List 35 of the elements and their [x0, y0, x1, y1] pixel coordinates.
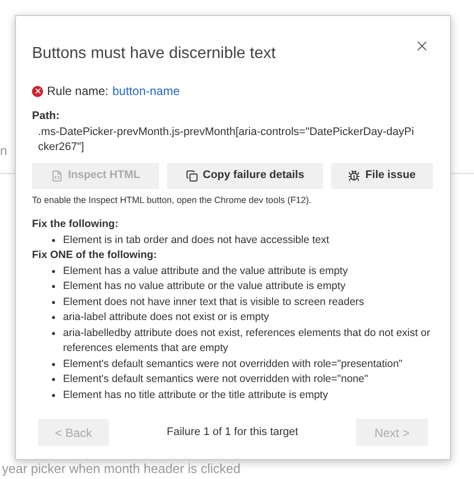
- action-button[interactable]: Copy failure details: [167, 162, 323, 188]
- file-code-icon: [50, 170, 63, 182]
- copy-icon: [186, 170, 198, 182]
- path-label: Path:: [32, 109, 60, 124]
- bullet-icon: [52, 378, 55, 381]
- bullet-icon: [52, 270, 55, 272]
- fix-item: Element has no title attribute or the title attribute is empty: [63, 388, 328, 402]
- rule-label: Rule name:: [47, 83, 108, 100]
- fix-item: Element's default semantics were not overridden with role="presentation": [63, 356, 403, 372]
- hint-text: To enable the Inspect HTML button, open the Chrome dev tools (F12).: [32, 194, 312, 207]
- bullet-icon: [52, 316, 55, 319]
- path-value: .ms-DatePicker-prevMonth.js-prevMonth[aria-controls="DatePickerDay-dayPicker267"]: [37, 124, 415, 154]
- failure-count: Failure 1 of 1 for this target: [166, 425, 298, 440]
- fix-item: Element is in tab order and does not have accessible text: [63, 232, 330, 248]
- section-heading: Fix ONE of the following:: [32, 248, 158, 263]
- bullet-icon: [52, 285, 55, 288]
- bullet-icon: [52, 238, 55, 242]
- fix-item: Element has a value attribute and the value attribute is empty: [63, 264, 348, 278]
- fix-item: Element has no value attribute or the value attribute is empty: [63, 279, 346, 294]
- error-icon: [32, 86, 43, 96]
- fix-item: Element's default semantics were not overridden with role="none": [63, 372, 368, 387]
- dialog-title: Buttons must have discernible text: [32, 44, 276, 64]
- fix-item: aria-labelledby attribute does not exist, references elements that do not exist or references elements that are empty: [63, 326, 432, 356]
- section-heading: Fix the following:: [32, 217, 120, 232]
- bug-icon: [348, 170, 360, 182]
- background-text: n: [0, 142, 8, 160]
- bullet-icon: [52, 300, 55, 304]
- background-text: year picker when month header is clicked: [2, 461, 240, 477]
- rule-link[interactable]: button-name: [112, 82, 180, 100]
- action-button[interactable]: File issue: [331, 162, 433, 188]
- fix-item: Element does not have inner text that is visible to screen readers: [63, 294, 364, 310]
- bullet-icon: [52, 332, 55, 334]
- bullet-icon: [52, 394, 55, 396]
- bullet-icon: [52, 362, 55, 366]
- fix-item: aria-label attribute does not exist or is empty: [63, 310, 270, 325]
